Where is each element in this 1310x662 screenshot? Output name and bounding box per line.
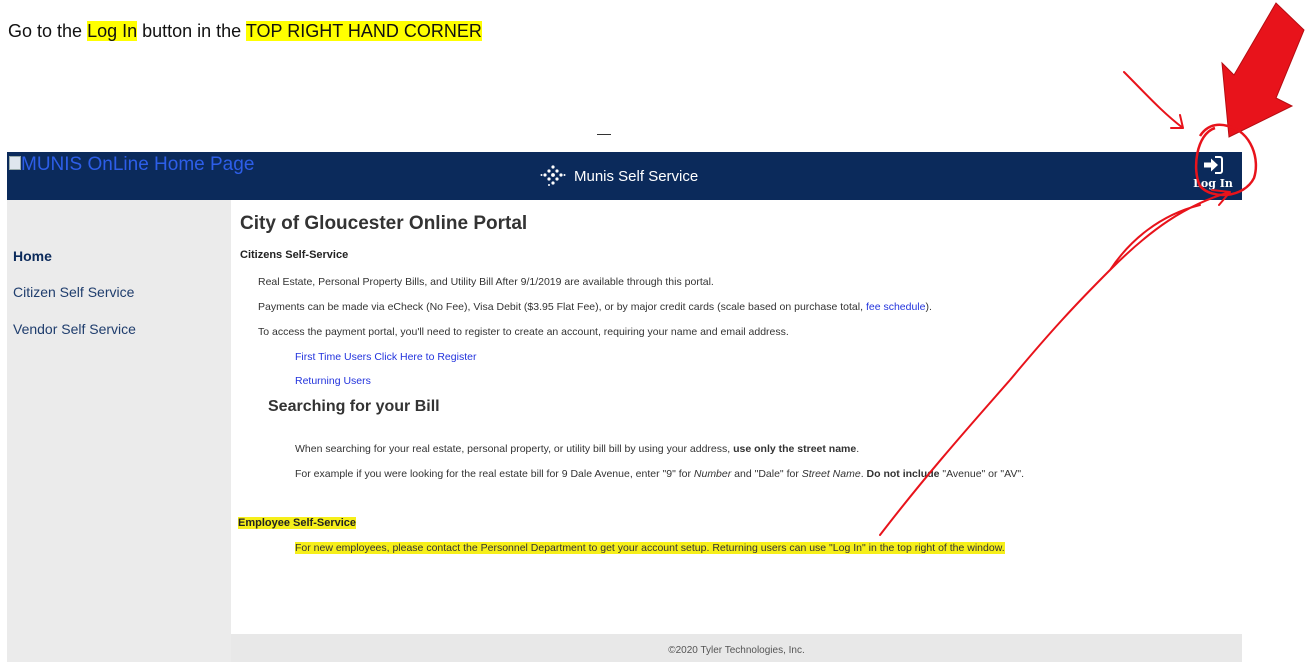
- pointer-line: [879, 189, 1231, 536]
- small-red-arrow: [1123, 71, 1184, 129]
- big-red-arrow: [1221, 2, 1305, 138]
- login-circle: [1194, 123, 1258, 197]
- annotation-overlay: [879, 2, 1305, 536]
